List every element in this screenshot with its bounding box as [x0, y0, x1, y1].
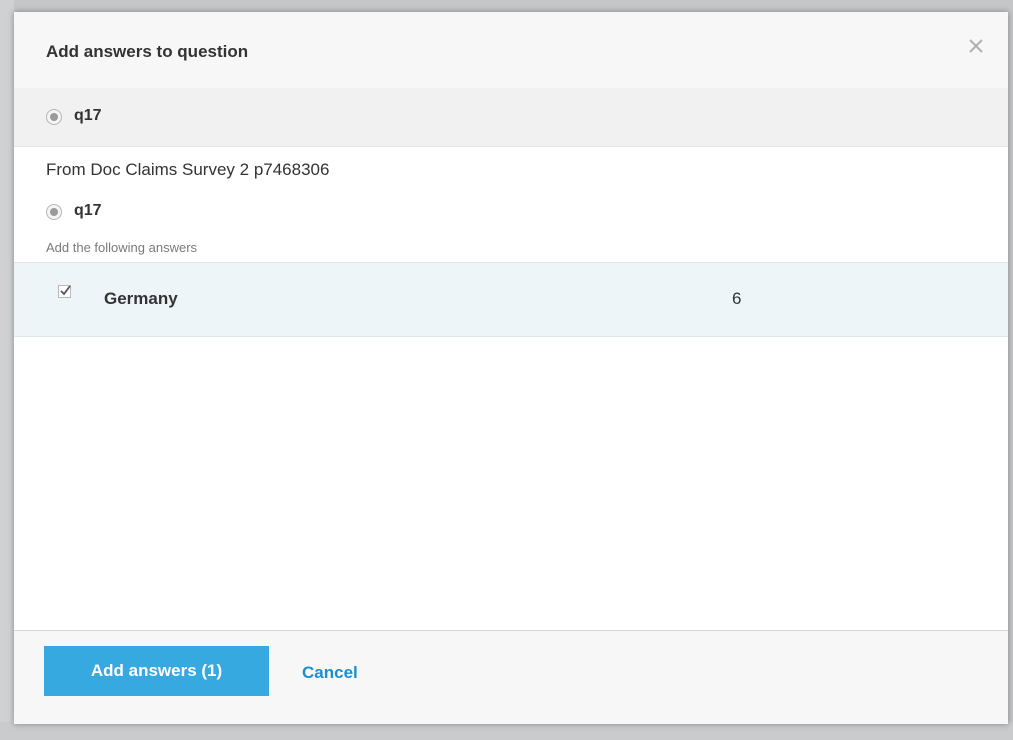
source-question-label: q17 — [74, 202, 102, 219]
checkbox-checked-icon — [60, 285, 71, 296]
helper-text: Add the following answers — [46, 240, 198, 255]
radio-selected-icon — [46, 204, 62, 220]
dialog-header: Add answers to question — [14, 12, 1008, 88]
target-question-bar: q17 — [14, 88, 1008, 147]
add-answers-button[interactable]: Add answers (1) — [44, 646, 269, 696]
answer-label: Germany — [104, 289, 178, 308]
answer-count: 6 — [732, 289, 742, 308]
backdrop-left-strip — [0, 0, 14, 740]
add-answers-dialog: Add answers to question q17 From Doc Cla… — [14, 12, 1008, 724]
close-icon — [969, 39, 983, 53]
source-survey-title: From Doc Claims Survey 2 p7468306 — [46, 160, 330, 179]
backdrop-bottom-strip — [0, 722, 1013, 740]
radio-selected-icon — [46, 109, 62, 125]
answer-row[interactable]: Germany 6 — [14, 262, 1008, 337]
target-question-label: q17 — [74, 107, 102, 124]
cancel-button[interactable]: Cancel — [302, 663, 358, 683]
close-button[interactable] — [962, 32, 990, 60]
dialog-footer: Add answers (1) Cancel — [14, 630, 1008, 724]
dialog-title: Add answers to question — [46, 42, 249, 61]
answer-checkbox[interactable] — [58, 285, 71, 298]
